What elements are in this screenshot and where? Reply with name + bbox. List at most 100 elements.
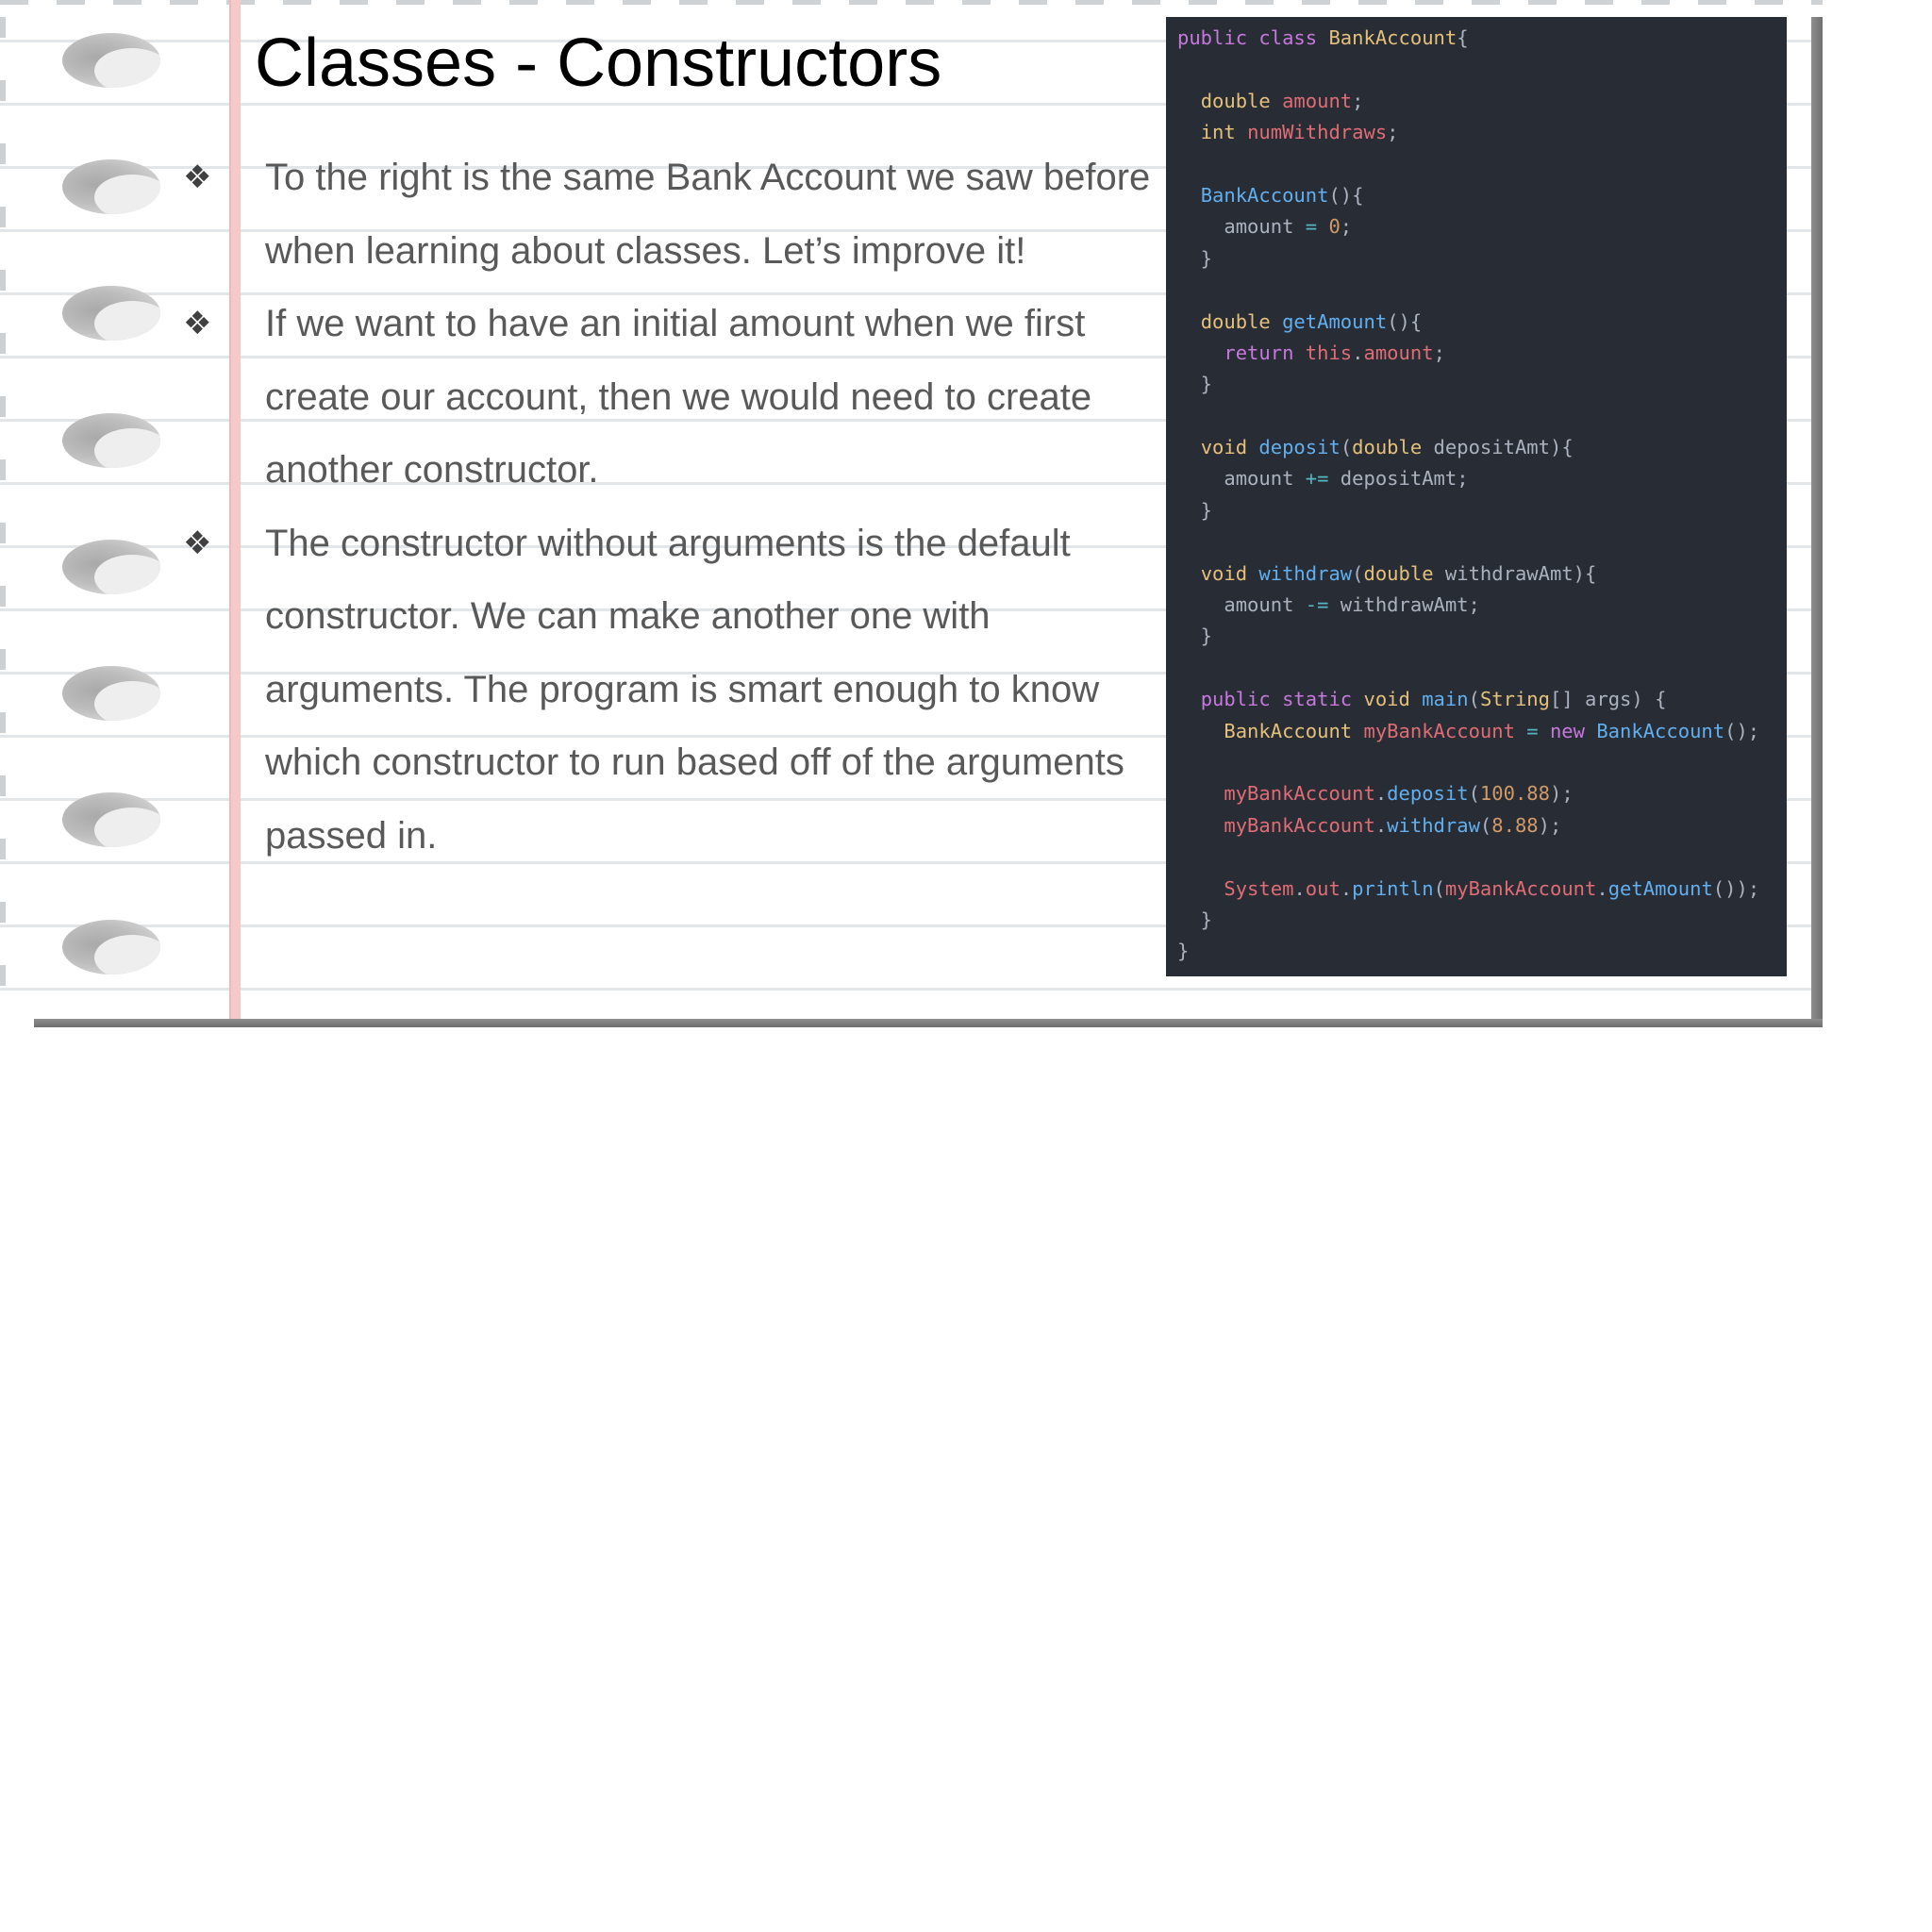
code-token: ()); <box>1712 876 1760 900</box>
code-token: } <box>1177 940 1190 963</box>
code-token: myBankAccount <box>1224 813 1375 837</box>
binder-hole-icon <box>62 792 160 847</box>
code-line: amount += depositAmt; <box>1177 463 1787 494</box>
paper-shadow-right <box>1811 17 1823 1026</box>
code-line: } <box>1177 905 1787 936</box>
bullet-list: ❖ To the right is the same Bank Account … <box>179 142 1151 873</box>
code-token: . <box>1374 813 1388 837</box>
code-token: amount <box>1363 341 1434 364</box>
code-token: withdrawAmt; <box>1328 593 1480 617</box>
code-block: public class BankAccount{ double amount;… <box>1166 17 1787 976</box>
code-token: (){ <box>1328 183 1364 207</box>
code-token: getAmount <box>1282 309 1388 333</box>
code-token: getAmount <box>1607 876 1713 900</box>
code-token: ; <box>1340 215 1353 239</box>
binder-hole-icon <box>62 159 160 214</box>
code-token: new <box>1549 719 1585 742</box>
code-token: depositAmt){ <box>1422 436 1574 459</box>
code-line: double amount; <box>1177 86 1787 117</box>
code-token: withdrawAmt){ <box>1433 561 1597 585</box>
code-token: . <box>1293 876 1306 900</box>
code-token: . <box>1596 876 1608 900</box>
code-token: . <box>1340 876 1353 900</box>
code-line: void withdraw(double withdrawAmt){ <box>1177 558 1787 590</box>
binder-hole-icon <box>62 666 160 721</box>
code-line: } <box>1177 936 1787 967</box>
code-token: void <box>1200 561 1248 585</box>
code-token: } <box>1177 625 1213 648</box>
code-token: double <box>1200 309 1271 333</box>
code-line: } <box>1177 369 1787 400</box>
code-token: } <box>1177 498 1213 522</box>
code-token: ); <box>1549 782 1574 806</box>
code-line: amount = 0; <box>1177 211 1787 242</box>
code-token: return <box>1224 341 1294 364</box>
code-token: myBankAccount <box>1444 876 1597 900</box>
bullet-item: ❖ To the right is the same Bank Account … <box>179 142 1151 288</box>
code-token: ; <box>1387 121 1399 144</box>
code-token: depositAmt; <box>1328 467 1469 491</box>
code-token: withdraw <box>1258 561 1353 585</box>
code-token: numWithdraws <box>1247 121 1388 144</box>
binder-hole-icon <box>62 540 160 594</box>
code-token: BankAccount <box>1224 719 1353 742</box>
code-token: double <box>1363 561 1434 585</box>
code-token: { <box>1457 26 1469 49</box>
code-token: String <box>1479 688 1550 711</box>
code-token: deposit <box>1258 436 1341 459</box>
code-token: class <box>1258 26 1318 49</box>
code-token: double <box>1352 436 1423 459</box>
code-token: = <box>1305 215 1318 239</box>
code-line: double getAmount(){ <box>1177 307 1787 338</box>
code-token: += <box>1305 467 1329 491</box>
code-token: BankAccount <box>1200 183 1329 207</box>
code-token: 0 <box>1328 215 1341 239</box>
code-token: this <box>1305 341 1353 364</box>
code-token: public <box>1177 26 1248 49</box>
code-line: public static void main(String[] args) { <box>1177 684 1787 715</box>
code-token: ; <box>1433 341 1445 364</box>
code-line: myBankAccount.deposit(100.88); <box>1177 778 1787 809</box>
code-token: ( <box>1479 813 1492 837</box>
code-line: } <box>1177 243 1787 275</box>
code-line: amount -= withdrawAmt; <box>1177 590 1787 621</box>
code-token: ( <box>1352 561 1364 585</box>
binder-hole-icon <box>62 920 160 974</box>
code-token: public <box>1200 688 1271 711</box>
code-token: ( <box>1433 876 1445 900</box>
code-line: myBankAccount.withdraw(8.88); <box>1177 810 1787 841</box>
code-line: int numWithdraws; <box>1177 117 1787 148</box>
bullet-item: ❖ The constructor without arguments is t… <box>179 508 1151 874</box>
code-token: [] args) { <box>1550 688 1667 711</box>
bullet-text: The constructor without arguments is the… <box>265 522 1124 857</box>
code-token: BankAccount <box>1328 26 1457 49</box>
code-line: BankAccount myBankAccount = new BankAcco… <box>1177 716 1787 747</box>
code-token: } <box>1177 246 1213 270</box>
code-token: } <box>1177 908 1213 931</box>
code-line: } <box>1177 621 1787 652</box>
code-token: -= <box>1305 593 1329 617</box>
